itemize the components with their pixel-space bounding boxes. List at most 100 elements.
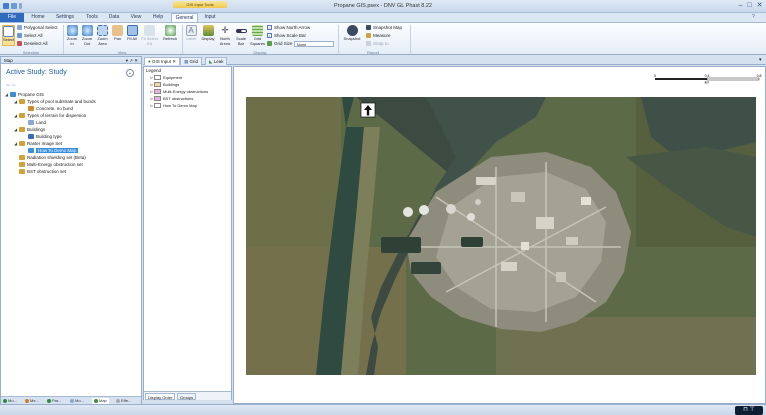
show-north-arrow-checkbox[interactable]: ✓ Show North Arrow bbox=[267, 24, 310, 31]
parameters-icon bbox=[47, 398, 51, 403]
pin-icon[interactable]: ⊓ ⊤ bbox=[735, 406, 763, 415]
tab-data[interactable]: Data bbox=[104, 13, 124, 22]
show-north-arrow-label: Show North Arrow bbox=[274, 25, 311, 30]
show-scale-bar-checkbox[interactable]: ✓ Show Scale Bar bbox=[267, 32, 306, 39]
fit-all-icon bbox=[126, 25, 138, 36]
grid-size-dropdown[interactable]: None bbox=[293, 40, 334, 47]
tab-file[interactable]: File bbox=[0, 13, 24, 22]
satellite-image[interactable] bbox=[246, 97, 756, 375]
tree-item[interactable]: Multi-Energy obstruction set bbox=[5, 162, 139, 169]
tab-display-order[interactable]: Display Order bbox=[145, 393, 176, 400]
legend-title: Legend bbox=[146, 68, 162, 73]
legend-item[interactable]: ⊳ BST obstructions bbox=[150, 96, 230, 103]
checkbox-checked-icon: ✓ bbox=[267, 25, 272, 31]
panel-controls[interactable]: ▾ ↗ ✕ bbox=[126, 57, 138, 64]
tree-node-icon bbox=[28, 134, 34, 140]
tab-input[interactable]: Input bbox=[199, 13, 221, 22]
zoom-in-label: Zoom In bbox=[66, 36, 78, 46]
tree-item[interactable]: BST obstruction set bbox=[5, 169, 139, 176]
study-dropdown-button[interactable]: ⌄ bbox=[126, 69, 134, 77]
tree-item[interactable]: How To Demo Map bbox=[5, 148, 139, 155]
help-icon[interactable]: ? bbox=[752, 14, 755, 20]
label-button[interactable]: A Label bbox=[184, 25, 198, 46]
tab-tools[interactable]: Tools bbox=[81, 13, 103, 22]
fit-all-button[interactable]: Fit All bbox=[125, 25, 139, 46]
tab-view[interactable]: View bbox=[126, 13, 146, 22]
display-label: Display bbox=[201, 36, 215, 41]
tab-leak[interactable]: ◣ Leak bbox=[205, 57, 228, 65]
legend-expand-icon[interactable]: ⊳ bbox=[150, 96, 153, 102]
legend-expand-icon[interactable]: ⊳ bbox=[150, 89, 153, 95]
panel-footer-tabs: Mo... Me... Par... Mo... Map Effe... bbox=[1, 396, 141, 404]
deselect-all-button[interactable]: Deselect All bbox=[17, 40, 48, 47]
tabs-dropdown-icon[interactable]: ▾ bbox=[759, 57, 762, 63]
snapshot-map-button[interactable]: Snapshot Map bbox=[366, 24, 402, 31]
zoom-in-button[interactable]: Zoom In bbox=[65, 25, 79, 46]
grid-squares-label: Grid Squares bbox=[250, 36, 265, 46]
zoom-area-button[interactable]: Zoom Area bbox=[95, 25, 110, 46]
legend-item-label: How To Demo Map bbox=[163, 103, 197, 108]
tree-item-label: Types of terrain for dispersion bbox=[27, 113, 87, 118]
select-button[interactable]: Select bbox=[2, 25, 15, 46]
tab-gis-input[interactable]: ● GIS Input ✕ bbox=[144, 57, 181, 65]
legend-expand-icon[interactable]: ⊳ bbox=[150, 75, 153, 81]
zoom-out-button[interactable]: Zoom Out bbox=[80, 25, 94, 46]
tree-item[interactable]: Radiation shielding set (Beta) bbox=[5, 155, 139, 162]
close-tab-icon[interactable]: ✕ bbox=[172, 59, 176, 64]
tab-help[interactable]: Help bbox=[148, 13, 168, 22]
tab-grid[interactable]: ▦ Grid bbox=[180, 57, 203, 65]
map-view[interactable]: 0 0.4 0.8 km bbox=[233, 66, 766, 404]
north-arrow-button[interactable]: ✛ North Arrow bbox=[217, 25, 233, 46]
maximize-button[interactable]: □ bbox=[745, 2, 754, 10]
polygonal-select-button[interactable]: Polygonal Select bbox=[17, 24, 58, 31]
snapshot-button[interactable]: Snapshot bbox=[341, 25, 363, 46]
legend-expand-icon[interactable]: ⊳ bbox=[150, 103, 153, 109]
pan-button[interactable]: Pan bbox=[111, 25, 124, 46]
legend-item[interactable]: ⊳ Multi-Energy obstructions bbox=[150, 89, 230, 96]
tree-item-label: Concrete, no bund bbox=[36, 106, 74, 111]
footer-tab-label: Par... bbox=[52, 398, 62, 403]
legend-swatch-icon bbox=[154, 103, 161, 109]
navigation-arrows[interactable]: ⇦ ⇨ bbox=[6, 83, 16, 89]
tab-home[interactable]: Home bbox=[27, 13, 49, 22]
zoom-area-label: Zoom Area bbox=[97, 36, 108, 46]
tree-item-label: Raster Image Set bbox=[27, 141, 63, 146]
tab-groups[interactable]: Groups bbox=[177, 393, 197, 400]
snap-to-button[interactable]: Snap to bbox=[366, 40, 389, 47]
display-button[interactable]: Display bbox=[200, 25, 216, 46]
zoom-in-icon bbox=[66, 25, 78, 36]
tree-item[interactable]: Land bbox=[5, 120, 139, 127]
tree-item[interactable]: ◢ Raster Image Set bbox=[5, 141, 139, 148]
close-button[interactable]: ✕ bbox=[755, 2, 764, 10]
minimize-button[interactable]: – bbox=[736, 2, 745, 10]
tree-item[interactable]: ◢ Types of pool substrate and bunds bbox=[5, 99, 139, 106]
legend-expand-icon[interactable]: ⊳ bbox=[150, 82, 153, 88]
measure-button[interactable]: Measure bbox=[366, 32, 391, 39]
panel-title: Map bbox=[4, 58, 13, 63]
tree-item[interactable]: Building type bbox=[5, 134, 139, 141]
tab-settings[interactable]: Settings bbox=[51, 13, 79, 22]
grid-squares-button[interactable]: Grid Squares bbox=[249, 25, 266, 46]
zoom-area-icon bbox=[97, 25, 108, 36]
scale-bar-button[interactable]: Scale Bar bbox=[234, 25, 248, 46]
tree-item[interactable]: ◢ Buildings bbox=[5, 127, 139, 134]
refresh-button[interactable]: Refresh bbox=[160, 25, 180, 46]
legend-item[interactable]: ⊳ How To Demo Map bbox=[150, 103, 230, 110]
checkbox-checked-icon: ✓ bbox=[267, 33, 272, 39]
study-tree: ◢ Propane GIS ◢ Types of pool substrate and… bbox=[5, 92, 139, 176]
camera-icon bbox=[346, 25, 358, 36]
tree-item[interactable]: ◢ Types of terrain for dispersion bbox=[5, 113, 139, 120]
legend-item-label: Multi-Energy obstructions bbox=[163, 89, 209, 94]
select-all-button[interactable]: Select All bbox=[17, 32, 43, 39]
legend-item[interactable]: ⊳ Buildings bbox=[150, 82, 230, 89]
tab-general[interactable]: General bbox=[171, 13, 198, 22]
legend-item-label: Buildings bbox=[163, 82, 180, 87]
fit-selected-button[interactable]: Fit Select Ed bbox=[140, 25, 159, 46]
ribbon-tab-row: File Home Settings Tools Data View Help … bbox=[0, 13, 766, 22]
legend-item[interactable]: ⊳ Equipment bbox=[150, 75, 230, 82]
polygon-icon bbox=[17, 25, 22, 31]
legend-swatch-icon bbox=[154, 75, 161, 81]
tree-item[interactable]: ◢ Propane GIS bbox=[5, 92, 139, 99]
tree-item[interactable]: Concrete, no bund bbox=[5, 106, 139, 113]
footer-tab-label: Mo... bbox=[75, 398, 84, 403]
